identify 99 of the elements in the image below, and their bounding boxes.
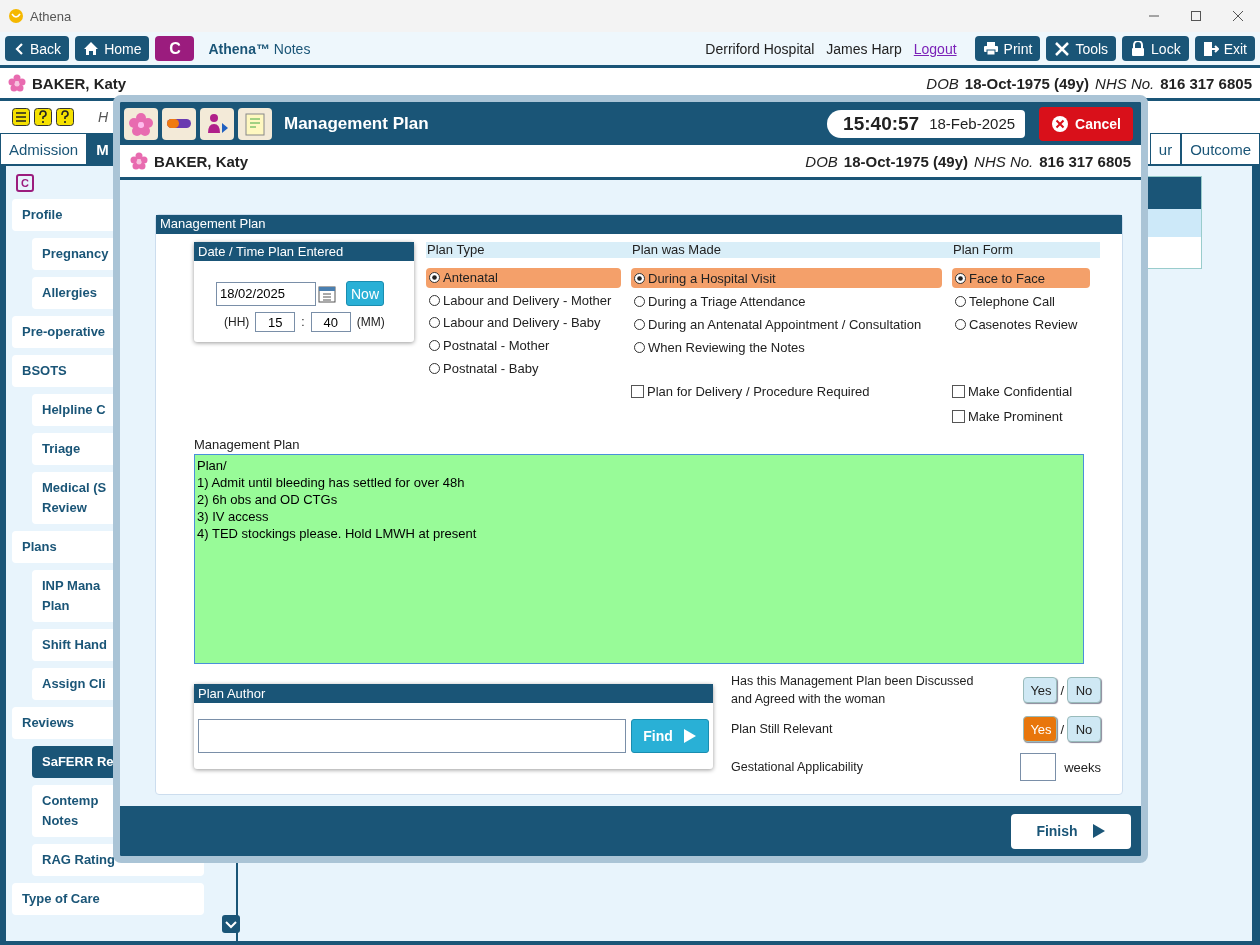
time-separator: : xyxy=(301,315,305,329)
group-heading: Plan was Made xyxy=(631,242,952,258)
printer-icon xyxy=(982,41,999,56)
unit-label: weeks xyxy=(1064,759,1101,775)
user-name: James Harp xyxy=(826,40,902,57)
minutes-label: (MM) xyxy=(356,315,385,329)
checkbox-option[interactable]: Make Prominent xyxy=(952,406,1100,426)
nhs-label: NHS No. xyxy=(974,152,1034,170)
dob-label: DOB xyxy=(926,74,959,92)
app-logo-icon xyxy=(8,8,24,24)
section-badge: C xyxy=(16,174,34,192)
radio-option[interactable]: Postnatal - Baby xyxy=(426,358,621,378)
radio-option[interactable]: Labour and Delivery - Mother xyxy=(426,290,621,311)
radio-option[interactable]: During an Antenatal Appointment / Consultation xyxy=(631,314,942,334)
dob-value: 18-Oct-1975 (49y) xyxy=(843,152,969,170)
tab[interactable]: Outcome xyxy=(1181,133,1260,164)
flower-icon xyxy=(128,110,154,137)
lock-icon xyxy=(1130,40,1147,57)
radio-option[interactable]: During a Triage Attendance xyxy=(631,291,942,311)
help-icon[interactable] xyxy=(56,108,74,126)
person-arrow-button[interactable] xyxy=(200,107,234,140)
dialog-title: Management Plan xyxy=(284,113,429,134)
dob-label: DOB xyxy=(805,152,838,170)
section-header: Management Plan xyxy=(156,215,1122,234)
pill-button[interactable] xyxy=(162,107,196,140)
slash-separator: / xyxy=(1060,721,1064,737)
author-field[interactable] xyxy=(198,719,626,753)
question-label: Gestational Applicability xyxy=(731,759,864,776)
group-heading: Plan Type xyxy=(426,242,631,258)
patient-name: BAKER, Katy xyxy=(154,152,249,170)
panel-header: Date / Time Plan Entered xyxy=(194,242,414,261)
radio-option[interactable]: Postnatal - Mother xyxy=(426,335,621,356)
radio-option[interactable]: Casenotes Review xyxy=(952,314,1090,334)
hospital-name: Derriford Hospital xyxy=(705,40,815,57)
hours-label: (HH) xyxy=(224,315,250,329)
app-badge-button[interactable]: C xyxy=(155,36,195,61)
help-icon[interactable] xyxy=(34,108,52,126)
scroll-down-icon[interactable] xyxy=(222,915,240,933)
tab[interactable]: Admission xyxy=(0,133,88,164)
hours-field[interactable]: 15 xyxy=(255,312,296,332)
cancel-button[interactable]: Cancel xyxy=(1039,106,1133,141)
flower-button[interactable] xyxy=(124,107,158,140)
nhs-number: 816 317 6805 xyxy=(1039,152,1131,170)
date-field[interactable]: 18/02/2025 xyxy=(216,281,316,306)
sidebar-item[interactable]: Type of Care xyxy=(12,883,204,915)
play-icon xyxy=(682,728,697,744)
radio-option[interactable]: Telephone Call xyxy=(952,291,1090,311)
exit-icon xyxy=(1202,40,1219,57)
logout-link[interactable]: Logout xyxy=(913,40,957,57)
radio-option[interactable]: Labour and Delivery - Baby xyxy=(426,313,621,333)
toggle-button[interactable]: Yes xyxy=(1023,677,1058,703)
checkbox-option[interactable]: Make Confidential xyxy=(952,381,1100,401)
app-name: Athena™ Notes xyxy=(208,40,311,57)
flower-icon xyxy=(8,74,26,92)
chevron-left-icon xyxy=(13,41,25,56)
clock-date: 18-Feb-2025 xyxy=(929,115,1016,132)
minutes-field[interactable]: 40 xyxy=(310,312,351,332)
clock-time: 15:40:57 xyxy=(843,112,920,135)
tools-icon xyxy=(1054,40,1071,57)
lock-button[interactable]: Lock xyxy=(1122,36,1189,61)
exit-button[interactable]: Exit xyxy=(1194,36,1255,61)
maximize-icon[interactable] xyxy=(1190,10,1202,22)
radio-option[interactable]: When Reviewing the Notes xyxy=(631,337,942,357)
back-button[interactable]: Back xyxy=(5,36,70,61)
radio-option[interactable]: Face to Face xyxy=(952,268,1090,288)
weeks-field[interactable] xyxy=(1020,753,1057,781)
radio-option[interactable]: Antenatal xyxy=(426,268,621,288)
pill-icon xyxy=(167,119,191,128)
radio-option[interactable]: During a Hospital Visit xyxy=(631,268,942,288)
play-icon xyxy=(1091,823,1106,839)
list-help-icon[interactable] xyxy=(12,108,30,126)
tools-button[interactable]: Tools xyxy=(1046,36,1117,61)
home-button[interactable]: Home xyxy=(75,36,150,61)
group-heading: Plan Form xyxy=(952,242,1100,258)
flower-icon xyxy=(130,152,148,170)
field-label: Management Plan xyxy=(194,437,301,452)
notepad-button[interactable] xyxy=(238,107,272,140)
print-button[interactable]: Print xyxy=(974,36,1041,61)
window-title: Athena xyxy=(30,8,72,24)
help-text: H xyxy=(98,109,109,125)
toggle-button[interactable]: No xyxy=(1067,677,1101,703)
close-icon[interactable] xyxy=(1232,10,1244,22)
nhs-label: NHS No. xyxy=(1095,74,1155,92)
slash-separator: / xyxy=(1060,682,1064,698)
tab[interactable]: ur xyxy=(1149,133,1182,164)
toggle-button[interactable]: No xyxy=(1067,716,1101,742)
question-label: Has this Management Plan been Discussed and Agreed with the woman xyxy=(731,673,974,708)
notepad-icon xyxy=(242,110,268,137)
finish-button[interactable]: Finish xyxy=(1011,813,1131,849)
home-icon xyxy=(83,41,100,56)
notes-field[interactable]: Plan/ 1) Admit until bleeding has settled for over 48h 2) 6h obs and OD CTGs 3) IV access 4) TED stockings please. Hold LMWH at present xyxy=(194,454,1084,664)
dob-value: 18-Oct-1975 (49y) xyxy=(964,74,1090,92)
question-label: Plan Still Relevant xyxy=(731,721,833,738)
nhs-number: 816 317 6805 xyxy=(1160,74,1252,92)
calendar-icon[interactable] xyxy=(318,284,336,303)
panel-header: Plan Author xyxy=(194,684,713,703)
patient-name: BAKER, Katy xyxy=(32,74,127,92)
checkbox-option[interactable]: Plan for Delivery / Procedure Required xyxy=(631,381,952,401)
close-icon xyxy=(1051,114,1070,133)
